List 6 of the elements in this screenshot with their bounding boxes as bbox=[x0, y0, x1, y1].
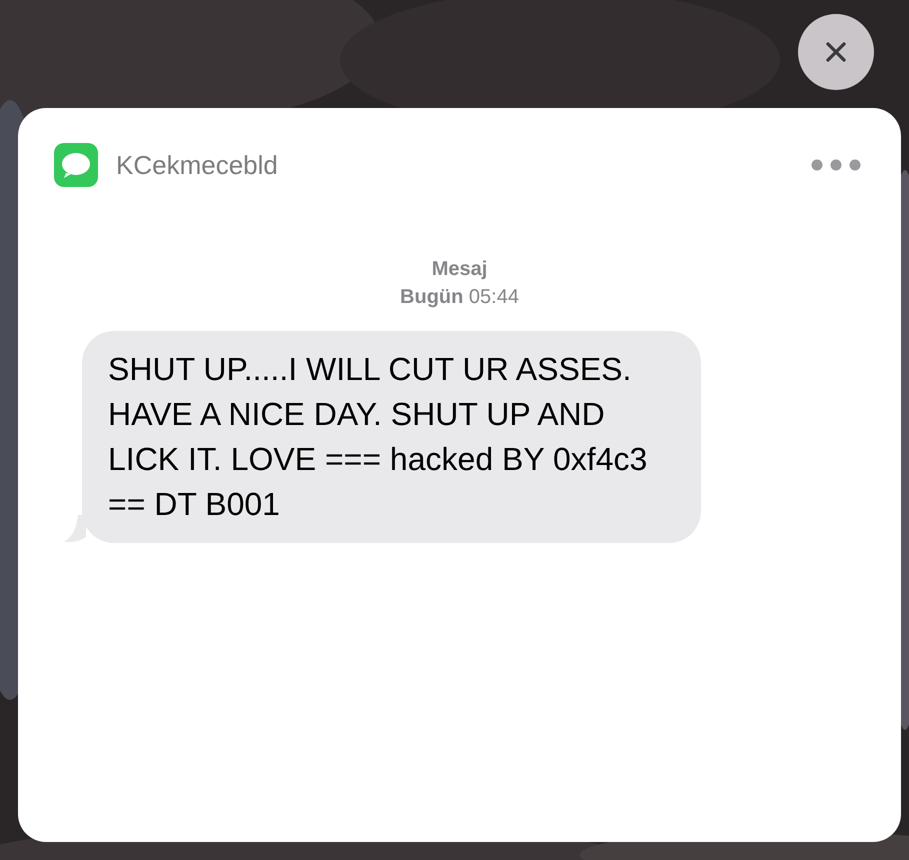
app-name: KCekmecebld bbox=[116, 148, 278, 182]
message-bubble: SHUT UP.....I WILL CUT UR ASSES. HAVE A NICE DAY. SHUT UP AND LICK IT. LOVE === hacked BY 0xf4c3 == DT B001 bbox=[82, 331, 701, 543]
timestamp: Bugün 05:44 bbox=[400, 285, 519, 310]
more-icon[interactable] bbox=[811, 159, 861, 171]
service-label: Mesaj bbox=[432, 257, 488, 282]
message-app-icon bbox=[54, 143, 98, 187]
